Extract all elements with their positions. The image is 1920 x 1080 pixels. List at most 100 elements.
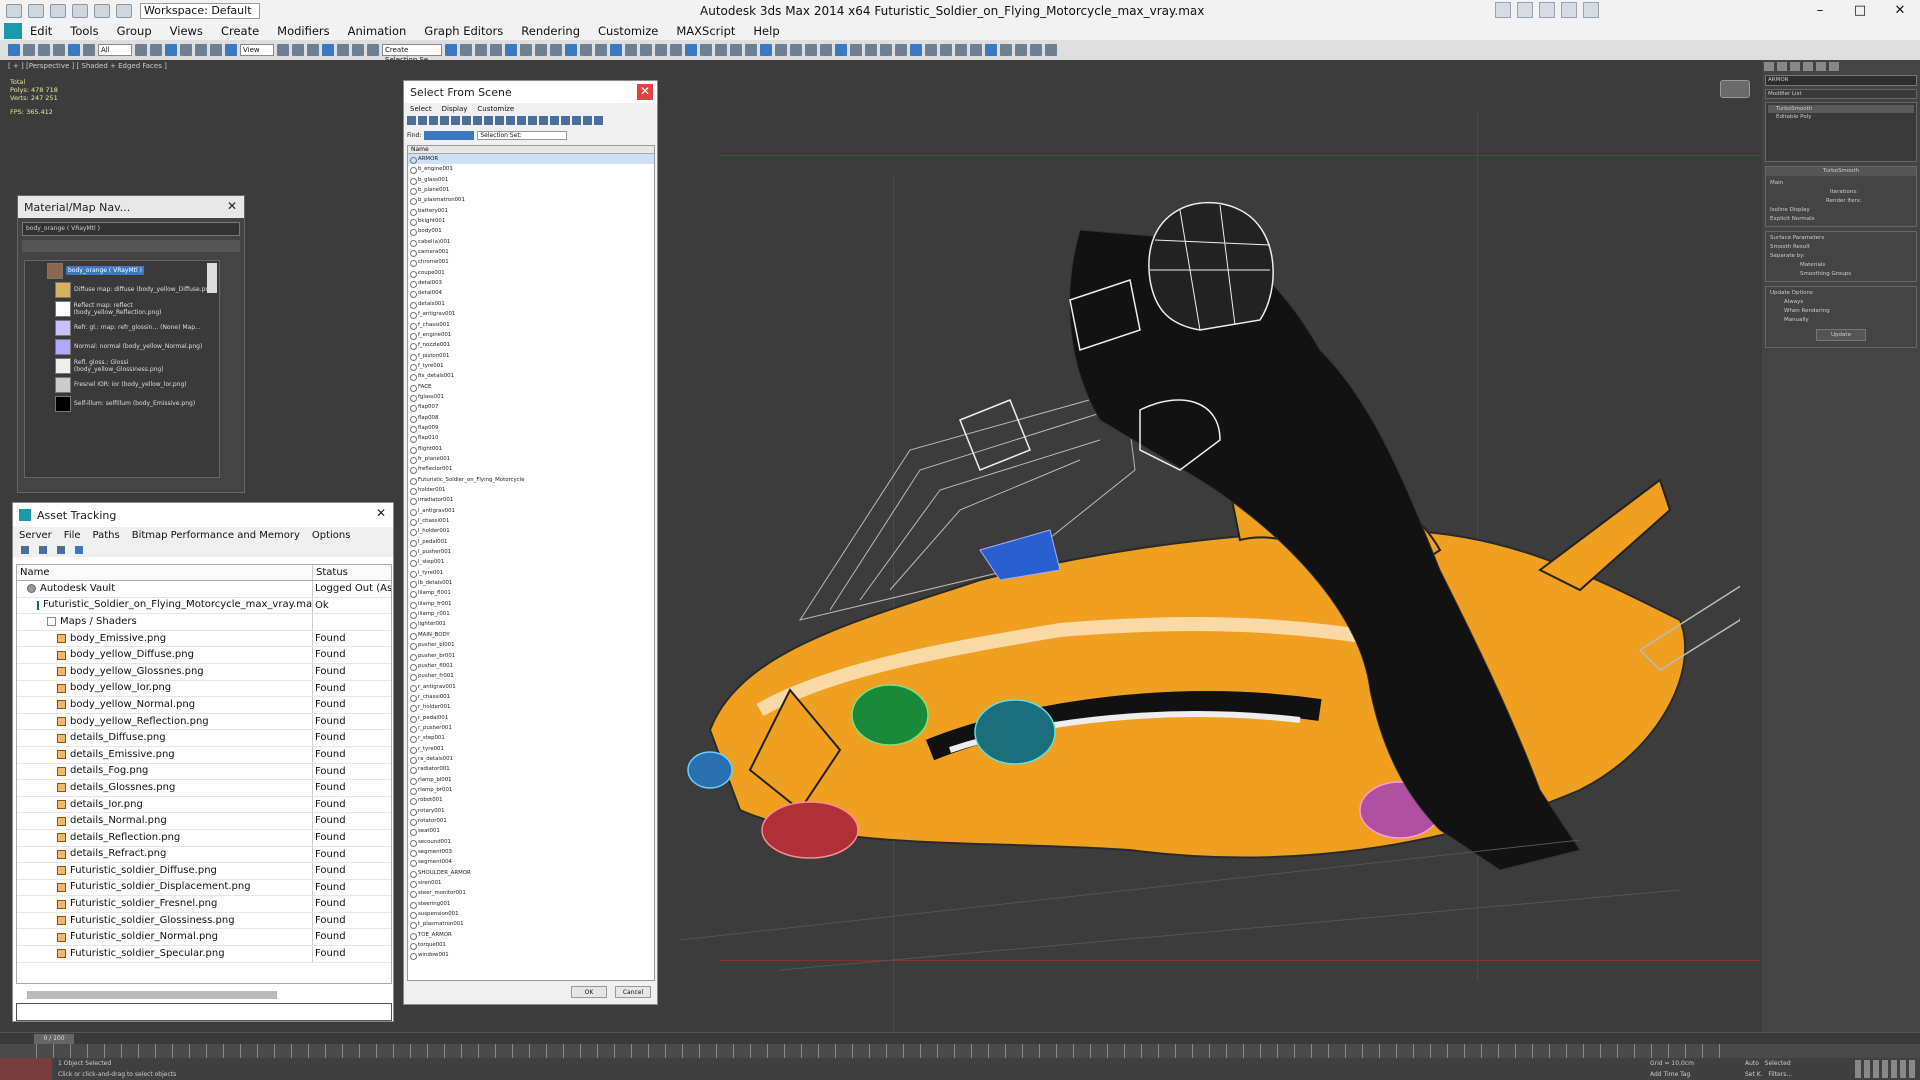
map-node[interactable]: Self-illum: selfillum (body_Emissive.png… [25,394,219,413]
menu-edit[interactable]: Edit [30,24,52,38]
filter-toggle-icon[interactable] [561,116,570,125]
menu-server[interactable]: Server [19,530,52,541]
scene-object-row[interactable]: holder001 [408,485,654,496]
asset-row[interactable]: body_Emissive.png Found [17,630,391,648]
asset-row[interactable]: body_yellow_Diffuse.png Found [17,647,391,664]
material-editor-icon[interactable] [550,44,562,56]
scene-object-row[interactable]: siren001 [408,878,654,889]
filter-toggle-icon[interactable] [517,116,526,125]
select-name-icon[interactable] [150,44,162,56]
window-cross-icon[interactable] [180,44,192,56]
explicit-normals-checkbox[interactable]: Explicit Normals [1770,215,1912,224]
scene-object-row[interactable]: lilamp_fl001 [408,588,654,599]
viewcube-icon[interactable] [1720,80,1750,98]
modifier-list-dropdown[interactable]: Modifier List [1765,89,1917,99]
find-input[interactable] [424,130,475,140]
map-node[interactable]: Diffuse map: diffuse (body_yellow_Diffus… [25,280,219,299]
asset-row[interactable]: Autodesk Vault Logged Out (Asse [17,581,391,598]
scene-object-row[interactable]: flight001 [408,444,654,454]
app-logo-icon[interactable] [4,23,22,39]
filter-toggle-icon[interactable] [473,116,482,125]
scene-object-row[interactable]: coupe001 [408,268,654,279]
scene-object-row[interactable]: SHOULDER_ARMOR [408,868,654,879]
name-column-header[interactable]: Name [17,565,313,580]
rotate-icon[interactable] [210,44,222,56]
toolbar-tool-icon[interactable] [910,44,922,56]
percent-snap-icon[interactable] [352,44,364,56]
link-icon[interactable] [38,44,50,56]
hierarchy-tab-icon[interactable] [1790,62,1800,71]
scene-object-row[interactable]: Futuristic_Soldier_on_Flying_Motorcycle [408,475,654,485]
asset-row[interactable]: body_yellow_Normal.png Found [17,697,391,714]
mirror-icon[interactable] [460,44,472,56]
filter-toggle-icon[interactable] [550,116,559,125]
tree-view-icon[interactable] [75,546,83,554]
stack-item-editable-poly[interactable]: Editable Poly [1768,113,1914,121]
scene-object-row[interactable]: r_step001 [408,733,654,744]
toolbar-tool-icon[interactable] [820,44,832,56]
filter-toggle-icon[interactable] [484,116,493,125]
filter-toggle-icon[interactable] [506,116,515,125]
align-icon[interactable] [475,44,487,56]
open-file-icon[interactable] [28,4,44,18]
filter-icon[interactable] [83,44,95,56]
render-setup-icon[interactable] [565,44,577,56]
table-view-icon[interactable] [57,546,65,554]
menu-select[interactable]: Select [410,105,432,113]
filters-button[interactable]: Filters... [1768,1071,1792,1078]
scene-object-row[interactable]: chrome001 [408,257,654,268]
scene-object-row[interactable]: rlamp_bl001 [408,775,654,785]
toolbar-tool-icon[interactable] [1045,44,1057,56]
asset-row[interactable]: Futuristic_soldier_Fresnel.png Found [17,896,391,913]
smooth-result-checkbox[interactable]: Smooth Result [1770,243,1912,252]
scene-object-row[interactable]: lilamp_r001 [408,609,654,620]
new-file-icon[interactable] [6,4,22,18]
add-time-tag[interactable]: Add Time Tag [1650,1071,1690,1078]
scene-object-row[interactable]: l_antigrav001 [408,506,654,517]
scene-object-row[interactable]: FACE [408,382,654,392]
name-column-header[interactable]: Name [408,146,654,154]
menu-help[interactable]: Help [753,24,779,38]
scene-object-row[interactable]: r_tyre001 [408,744,654,754]
refresh-icon[interactable] [21,546,29,554]
binoculars-icon[interactable] [1495,2,1511,18]
toolbar-tool-icon[interactable] [640,44,652,56]
filter-toggle-icon[interactable] [539,116,548,125]
material-navigator-toolbar[interactable] [22,240,240,252]
toolbar-tool-icon[interactable] [730,44,742,56]
toolbar-tool-icon[interactable] [925,44,937,56]
filter-toggle-icon[interactable] [495,116,504,125]
time-slider[interactable]: 0 / 100 [0,1032,1920,1044]
scene-object-row[interactable]: pusher_fr001 [408,671,654,682]
manipulate-icon[interactable] [307,44,319,56]
scene-object-row[interactable]: b_plasmatron001 [408,195,654,206]
menu-group[interactable]: Group [117,24,152,38]
scene-object-row[interactable]: seat001 [408,826,654,837]
create-tab-icon[interactable] [1764,62,1774,71]
filter-toggle-icon[interactable] [572,116,581,125]
curve-editor-icon[interactable] [520,44,532,56]
asset-row[interactable]: body_yellow_Glossnes.png Found [17,663,391,681]
horizontal-scrollbar[interactable] [27,991,277,999]
pivot-icon[interactable] [292,44,304,56]
filter-toggle-icon[interactable] [594,116,603,125]
material-name-field[interactable]: body_orange ( VRayMtl ) [22,222,240,236]
scene-object-row[interactable]: torque001 [408,940,654,951]
filter-toggle-icon[interactable] [418,116,427,125]
menu-bitmap-performance[interactable]: Bitmap Performance and Memory [132,530,300,541]
always-radio[interactable]: Always [1770,298,1912,307]
scene-object-row[interactable]: detals001 [408,299,654,310]
toolbar-tool-icon[interactable] [850,44,862,56]
scene-object-row[interactable]: body001 [408,226,654,237]
object-name-field[interactable]: ARMOR [1765,75,1917,86]
asset-row[interactable]: details_Fog.png Found [17,763,391,781]
unlink-icon[interactable] [53,44,65,56]
schematic-icon[interactable] [535,44,547,56]
toolbar-tool-icon[interactable] [610,44,622,56]
toolbar-tool-icon[interactable] [955,44,967,56]
scene-object-row[interactable]: l_pusher001 [408,547,654,558]
menu-display[interactable]: Display [442,105,468,113]
material-navigator-titlebar[interactable]: Material/Map Nav... ✕ [18,196,244,218]
undo-icon[interactable] [8,44,20,56]
filter-toggle-icon[interactable] [407,116,416,125]
